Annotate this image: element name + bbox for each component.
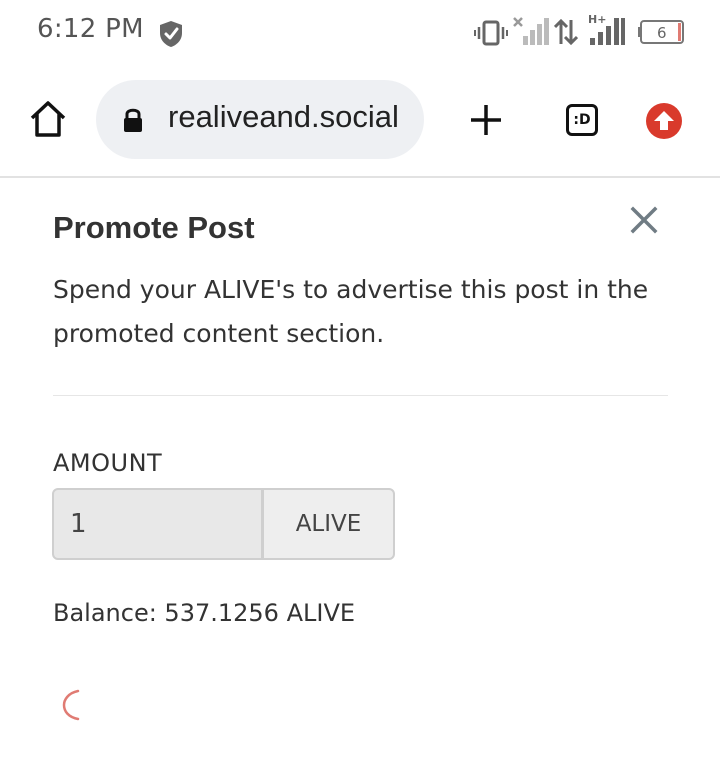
lock-icon (122, 106, 144, 138)
status-time: 6:12 PM (37, 14, 144, 44)
browser-toolbar: realiveand.social :D (0, 66, 720, 178)
battery-icon: 6 (638, 20, 686, 48)
vibrate-icon (474, 20, 508, 50)
battery-level: 6 (657, 24, 667, 42)
update-icon[interactable] (646, 103, 682, 139)
modal-title: Promote Post (53, 210, 255, 245)
shield-icon (158, 20, 184, 52)
url-text: realiveand.social (168, 99, 399, 134)
home-icon[interactable] (28, 100, 68, 142)
modal-description: Spend your ALIVE's to advertise this pos… (53, 275, 649, 348)
data-transfer-icon (553, 18, 579, 50)
amount-input[interactable] (52, 488, 263, 560)
no-signal-icon (511, 16, 549, 50)
address-bar[interactable]: realiveand.social (96, 80, 424, 159)
tab-switcher-button[interactable]: :D (566, 104, 598, 136)
signal-icon: H+ (588, 12, 626, 50)
new-tab-icon[interactable] (468, 102, 504, 142)
divider (53, 395, 668, 396)
balance-text: Balance: 537.1256 ALIVE (53, 599, 356, 627)
amount-label: AMOUNT (53, 449, 163, 477)
amount-input-group: ALIVE (52, 488, 395, 560)
status-bar: 6:12 PM H+ 6 (0, 0, 720, 66)
amount-unit-label: ALIVE (262, 488, 395, 560)
close-icon[interactable] (628, 204, 660, 236)
loading-spinner-icon (58, 688, 84, 726)
network-type-label: H+ (588, 13, 606, 26)
